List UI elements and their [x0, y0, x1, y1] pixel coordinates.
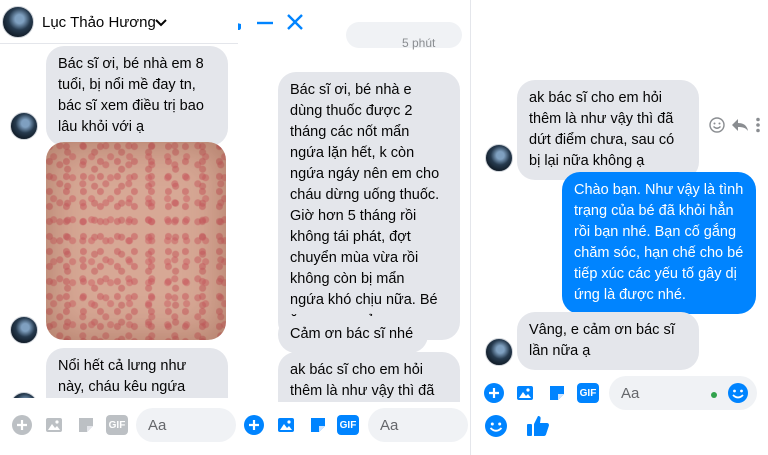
sticker-icon[interactable]: [547, 383, 567, 403]
message-bubble-sent[interactable]: Chào bạn. Như vậy là tình trạng của bé đ…: [562, 172, 756, 314]
sticker-icon[interactable]: [76, 415, 96, 435]
timestamp: 5 phút: [402, 36, 436, 50]
chat-window-middle: 5 phút Bác sĩ ơi, bé nhà e dùng thuốc đư…: [238, 0, 470, 455]
phone-icon[interactable]: [238, 13, 242, 31]
message-input[interactable]: [368, 408, 468, 442]
react-icon[interactable]: [709, 117, 725, 133]
online-dot: [711, 392, 717, 398]
more-icon[interactable]: [755, 117, 761, 133]
emoji-icon[interactable]: [484, 414, 508, 438]
chevron-down-icon[interactable]: [155, 18, 167, 28]
message-bubble[interactable]: ak bác sĩ cho em hỏi thêm là như vậy thì…: [517, 80, 699, 180]
contact-name[interactable]: Lục Thảo Hương: [42, 14, 156, 31]
plus-icon[interactable]: [12, 415, 32, 435]
photo-icon[interactable]: [44, 415, 64, 435]
sender-avatar[interactable]: [10, 112, 38, 140]
header-avatar[interactable]: [2, 6, 34, 38]
emoji-icon[interactable]: [727, 382, 749, 404]
reply-icon[interactable]: [731, 117, 749, 133]
sender-avatar[interactable]: [485, 144, 513, 172]
sticker-icon[interactable]: [308, 415, 328, 435]
minimize-icon[interactable]: [256, 14, 274, 32]
gif-icon[interactable]: GIF: [106, 415, 128, 435]
sender-avatar[interactable]: [10, 316, 38, 344]
gif-icon[interactable]: GIF: [577, 383, 599, 403]
message-input[interactable]: [136, 408, 236, 442]
chat-window-right: ak bác sĩ cho em hỏi thêm là như vậy thì…: [471, 0, 768, 455]
close-icon[interactable]: [286, 13, 304, 31]
photo-icon[interactable]: [276, 415, 296, 435]
photo-icon[interactable]: [515, 383, 535, 403]
message-bubble[interactable]: Cảm ơn bác sĩ nhé: [278, 316, 428, 353]
message-bubble[interactable]: Vâng, e cảm ơn bác sĩ lần nữa ạ: [517, 312, 699, 370]
plus-icon[interactable]: [484, 383, 504, 403]
gif-icon[interactable]: GIF: [337, 415, 359, 435]
message-bubble[interactable]: Bác sĩ ơi, bé nhà em 8 tuổi, bị nổi mề đ…: [46, 46, 228, 146]
rash-photo[interactable]: [46, 142, 226, 340]
chat-window-left: Lục Thảo Hương Bác sĩ ơi, bé nhà em 8 tu…: [0, 0, 238, 455]
message-bubble[interactable]: Bác sĩ ơi, bé nhà e dùng thuốc được 2 th…: [278, 72, 460, 340]
plus-icon[interactable]: [244, 415, 264, 435]
sender-avatar[interactable]: [485, 338, 513, 366]
like-icon[interactable]: [526, 414, 550, 438]
